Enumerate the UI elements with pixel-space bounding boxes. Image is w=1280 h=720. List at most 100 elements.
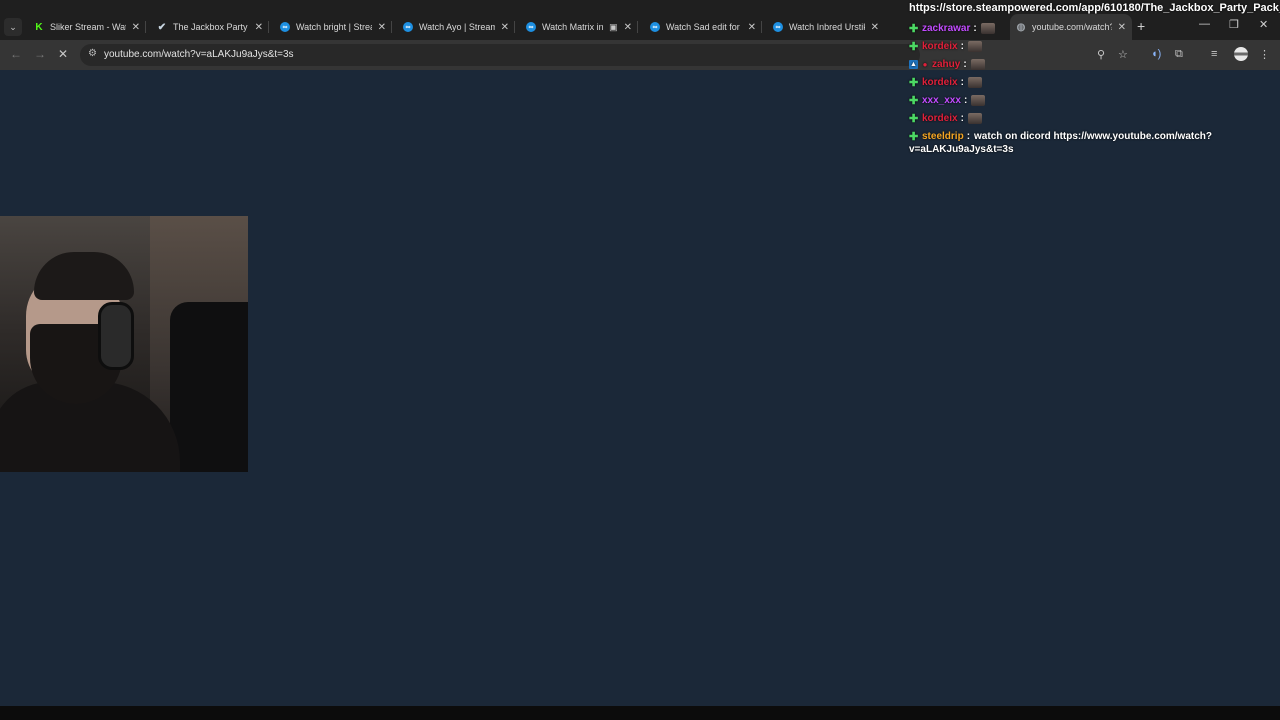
back-icon[interactable]: ← <box>10 47 22 61</box>
media-playing-icon[interactable]: ▣ <box>609 22 618 33</box>
tab-separator <box>761 21 762 33</box>
tab-separator <box>637 21 638 33</box>
streamable-icon: ∞ <box>280 22 290 32</box>
tab-title: Watch bright | Stream <box>296 22 372 32</box>
streamable-icon: ∞ <box>403 22 413 32</box>
emote-icon <box>967 112 982 124</box>
stop-loading-icon[interactable]: ✕ <box>58 47 68 61</box>
chat-message: ✚ kordeix : <box>909 74 982 90</box>
sub-badge-icon: ✚ <box>909 130 919 143</box>
webcam-chair <box>170 302 248 472</box>
tab-title: Watch Ayo | Streamable <box>419 22 495 32</box>
chat-colon: : <box>960 76 964 88</box>
minimize-icon[interactable]: — <box>1199 18 1210 30</box>
chat-message: ✚ steeldrip : watch on dicord https://ww… <box>909 128 1212 144</box>
address-url: youtube.com/watch?v=aLAKJu9aJys&t=3s <box>104 49 294 60</box>
emote-icon <box>971 94 986 106</box>
extensions-icon[interactable]: ⧉ <box>1175 48 1183 61</box>
streamable-icon: ∞ <box>650 22 660 32</box>
chat-username: zackrawar <box>922 22 971 34</box>
close-icon[interactable]: ✕ <box>132 22 140 33</box>
chat-username: kordeix <box>922 40 958 52</box>
streamable-icon: ∞ <box>773 22 783 32</box>
steam-icon: ✔ <box>157 21 167 33</box>
close-icon[interactable]: ✕ <box>378 22 386 33</box>
chat-colon: : <box>963 58 967 70</box>
tab-watch-sad-edit[interactable]: ∞ Watch Sad edit for C ✕ <box>644 14 762 40</box>
chat-username: zahuy <box>932 58 961 70</box>
chat-message: ✚ kordeix : <box>909 38 982 54</box>
sub-badge-icon: ✚ <box>909 112 919 125</box>
emote-icon <box>967 76 982 88</box>
tab-separator <box>514 21 515 33</box>
partner-badge-icon: ▲ <box>909 59 918 69</box>
chat-message: ▲ ● zahuy : <box>909 56 985 72</box>
emote-icon <box>970 58 985 70</box>
tab-jackbox-party-pack[interactable]: ✔ The Jackbox Party Pack ✕ <box>151 14 269 40</box>
kick-icon: K <box>35 21 43 33</box>
tab-title: The Jackbox Party Pack <box>173 22 249 32</box>
chat-colon: : <box>963 94 968 106</box>
browser-toolbar: ← → ✕ ⚙ youtube.com/watch?v=aLAKJu9aJys&… <box>0 40 1280 70</box>
tab-separator <box>145 21 146 33</box>
close-icon[interactable]: ✕ <box>1118 22 1126 33</box>
sub-badge-icon: ✚ <box>909 22 919 35</box>
tab-watch-inbred[interactable]: ∞ Watch Inbred Urstika ✕ <box>767 14 885 40</box>
tab-watch-matrix[interactable]: ∞ Watch Matrix inte ▣ ✕ <box>520 14 638 40</box>
tab-watch-ayo[interactable]: ∞ Watch Ayo | Streamable ✕ <box>397 14 515 40</box>
tab-search-icon[interactable]: ⌄ <box>4 18 22 36</box>
profile-avatar[interactable] <box>1234 47 1248 61</box>
tab-title: Watch Inbred Urstika <box>789 22 865 32</box>
tab-separator <box>268 21 269 33</box>
close-icon[interactable]: ✕ <box>501 22 509 33</box>
chat-message-text: watch on dicord https://www.youtube.com/… <box>974 130 1212 142</box>
chat-username: kordeix <box>922 112 958 124</box>
chat-username: kordeix <box>922 76 958 88</box>
globe-icon: ◍ <box>1016 21 1026 33</box>
restore-icon[interactable]: ❐ <box>1229 18 1239 31</box>
emote-icon <box>980 22 995 34</box>
read-aloud-icon[interactable]: ◖) <box>1151 48 1161 60</box>
media-controls-icon[interactable]: ≡ <box>1211 48 1217 60</box>
sub-badge-icon: ✚ <box>909 94 919 107</box>
address-bar[interactable]: ⚙ youtube.com/watch?v=aLAKJu9aJys&t=3s <box>80 44 920 66</box>
close-icon[interactable]: ✕ <box>255 22 263 33</box>
chat-username: xxx_xxx <box>922 94 961 106</box>
chat-colon: : <box>960 112 964 124</box>
bottom-bar <box>0 706 1280 720</box>
tab-title: Sliker Stream - Watch <box>50 22 126 32</box>
tab-sliker-stream[interactable]: K Sliker Stream - Watch ✕ <box>28 14 146 40</box>
close-icon[interactable]: ✕ <box>748 22 756 33</box>
tab-youtube-active[interactable]: ◍ youtube.com/watch? ✕ <box>1010 14 1132 40</box>
sub-badge-icon: ✚ <box>909 76 919 89</box>
bookmark-star-icon[interactable]: ☆ <box>1118 48 1128 61</box>
chat-colon: : <box>973 22 977 34</box>
chat-colon: : <box>966 130 971 142</box>
webcam-person-hair <box>34 252 134 300</box>
overlay-link: https://store.steampowered.com/app/61018… <box>909 2 1280 14</box>
tab-watch-bright[interactable]: ∞ Watch bright | Stream ✕ <box>274 14 392 40</box>
zoom-icon[interactable]: ⚲ <box>1097 48 1105 61</box>
tab-title: youtube.com/watch? <box>1032 22 1112 32</box>
window-close-icon[interactable]: ✕ <box>1259 18 1268 31</box>
chat-message-continued: v=aLAKJu9aJys&t=3s <box>909 144 1014 155</box>
chat-message: ✚ xxx_xxx : <box>909 92 986 108</box>
chat-colon: : <box>960 40 964 52</box>
emote-icon <box>967 40 982 52</box>
close-icon[interactable]: ✕ <box>871 22 879 33</box>
tab-title: Watch Matrix inte <box>542 22 604 32</box>
tab-separator <box>391 21 392 33</box>
tab-title: Watch Sad edit for C <box>666 22 742 32</box>
forward-icon[interactable]: → <box>34 47 46 61</box>
new-tab-button[interactable]: + <box>1137 18 1145 34</box>
site-info-icon[interactable]: ⚙ <box>88 48 97 59</box>
red-badge-icon: ● <box>922 59 928 69</box>
close-icon[interactable]: ✕ <box>624 22 632 33</box>
chat-message: ✚ zackrawar : <box>909 20 995 36</box>
streamable-icon: ∞ <box>526 22 536 32</box>
sub-badge-icon: ✚ <box>909 40 919 53</box>
menu-icon[interactable]: ⋮ <box>1259 48 1270 61</box>
chat-message: ✚ kordeix : <box>909 110 982 126</box>
webcam-feed <box>0 216 248 472</box>
headset-icon <box>98 302 134 370</box>
